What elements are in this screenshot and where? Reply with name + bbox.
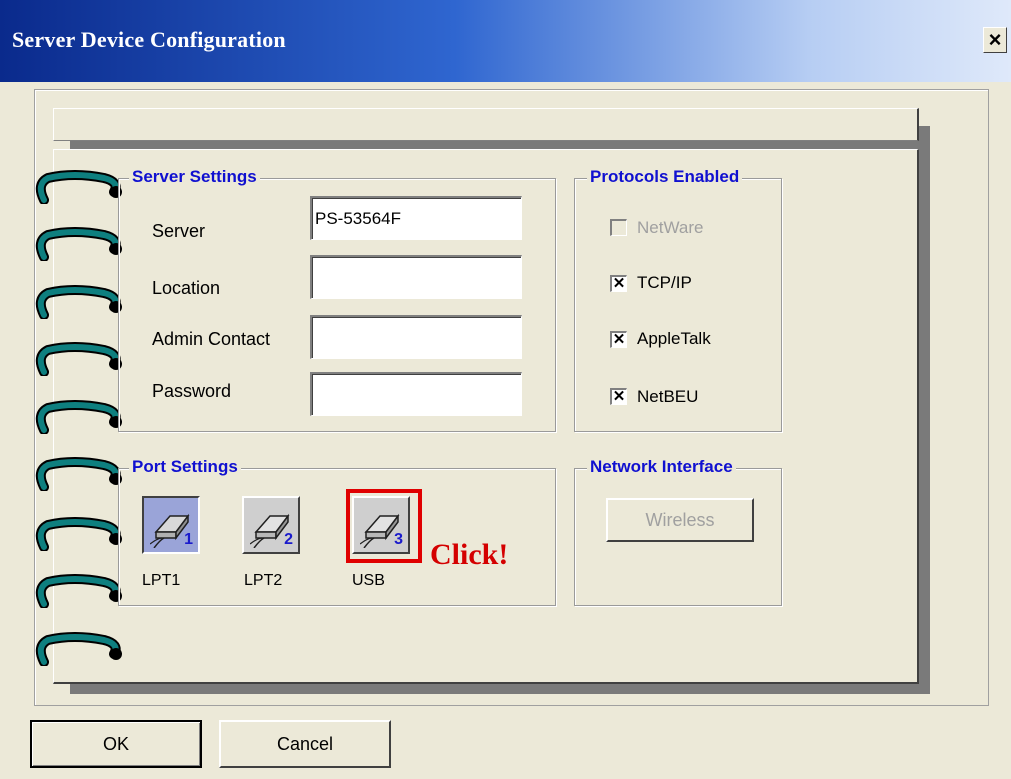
- title-bar: Server Device Configuration ×: [0, 0, 1011, 82]
- notebook-ring: [35, 400, 122, 434]
- port-number: 2: [284, 531, 293, 548]
- check-mark-icon: ✕: [612, 331, 626, 348]
- appletalk-label: AppleTalk: [637, 329, 711, 348]
- notebook-ring: [35, 457, 122, 491]
- usb-label: USB: [352, 572, 385, 589]
- password-input[interactable]: [310, 372, 522, 416]
- notebook-ring: [35, 170, 122, 204]
- port-settings-title: Port Settings: [129, 457, 241, 477]
- notebook-ring: [35, 285, 122, 319]
- cancel-button[interactable]: Cancel: [219, 720, 391, 768]
- location-label: Location: [152, 278, 221, 298]
- notebook-ring: [35, 227, 122, 261]
- port-number: 1: [184, 531, 193, 548]
- netware-label: NetWare: [637, 218, 704, 237]
- lpt1-port-button[interactable]: 1: [142, 496, 200, 554]
- usb-highlight-box: [346, 489, 422, 563]
- close-button[interactable]: ×: [983, 27, 1007, 53]
- lpt1-label: LPT1: [142, 572, 181, 589]
- notebook-ring: [35, 632, 122, 666]
- server-settings-title: Server Settings: [129, 167, 260, 187]
- click-annotation: Click!: [430, 538, 509, 571]
- notebook-ring: [35, 517, 122, 551]
- tcpip-label: TCP/IP: [637, 273, 692, 292]
- netbeu-checkbox[interactable]: ✕: [610, 388, 627, 405]
- check-mark-icon: ✕: [612, 388, 626, 405]
- network-interface-title: Network Interface: [587, 457, 736, 477]
- appletalk-checkbox[interactable]: ✕: [610, 331, 627, 348]
- notebook-ring: [35, 342, 122, 376]
- admin-contact-label: Admin Contact: [152, 329, 271, 349]
- check-mark-icon: ✕: [612, 275, 626, 292]
- ok-button[interactable]: OK: [30, 720, 202, 768]
- netware-checkbox[interactable]: [610, 219, 627, 236]
- location-input[interactable]: [310, 255, 522, 299]
- server-label: Server: [152, 221, 206, 241]
- password-label: Password: [152, 381, 232, 401]
- lpt2-label: LPT2: [244, 572, 283, 589]
- netbeu-label: NetBEU: [637, 387, 699, 406]
- lpt2-port-button[interactable]: 2: [242, 496, 300, 554]
- notebook-tab-strip: [53, 108, 919, 141]
- notebook-ring: [35, 574, 122, 608]
- window-title: Server Device Configuration: [12, 27, 286, 52]
- wireless-button[interactable]: Wireless: [606, 498, 754, 542]
- admin-contact-input[interactable]: [310, 315, 522, 359]
- protocols-title: Protocols Enabled: [587, 167, 743, 187]
- server-input[interactable]: [310, 196, 522, 240]
- close-icon: ×: [988, 27, 1002, 52]
- tcpip-checkbox[interactable]: ✕: [610, 275, 627, 292]
